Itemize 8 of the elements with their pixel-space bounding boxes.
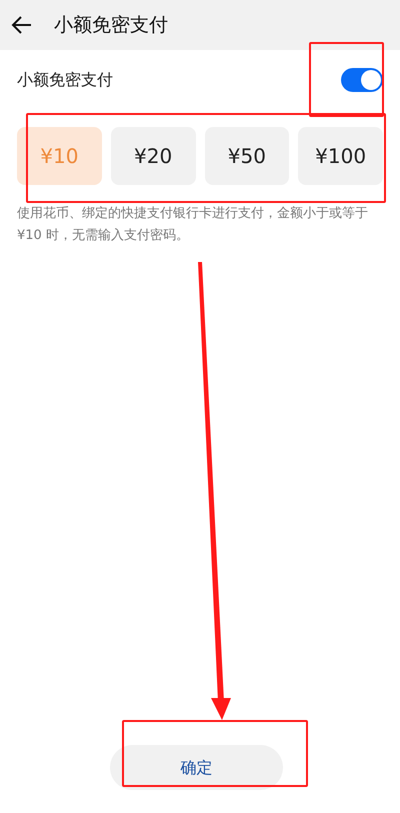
amount-option[interactable]: ¥100 [298,127,383,185]
amount-option[interactable]: ¥20 [110,127,196,185]
description-text: 使用花币、绑定的快捷支付银行卡进行支付，金额小于或等于 ¥10 时，无需输入支付密码。 [16,205,369,245]
amount-option[interactable]: ¥50 [204,127,290,185]
setting-label: 小额免密支付 [17,69,113,91]
page-title: 小额免密支付 [54,12,168,38]
toggle-switch[interactable] [341,68,383,92]
confirm-button[interactable]: 确定 [110,745,283,790]
